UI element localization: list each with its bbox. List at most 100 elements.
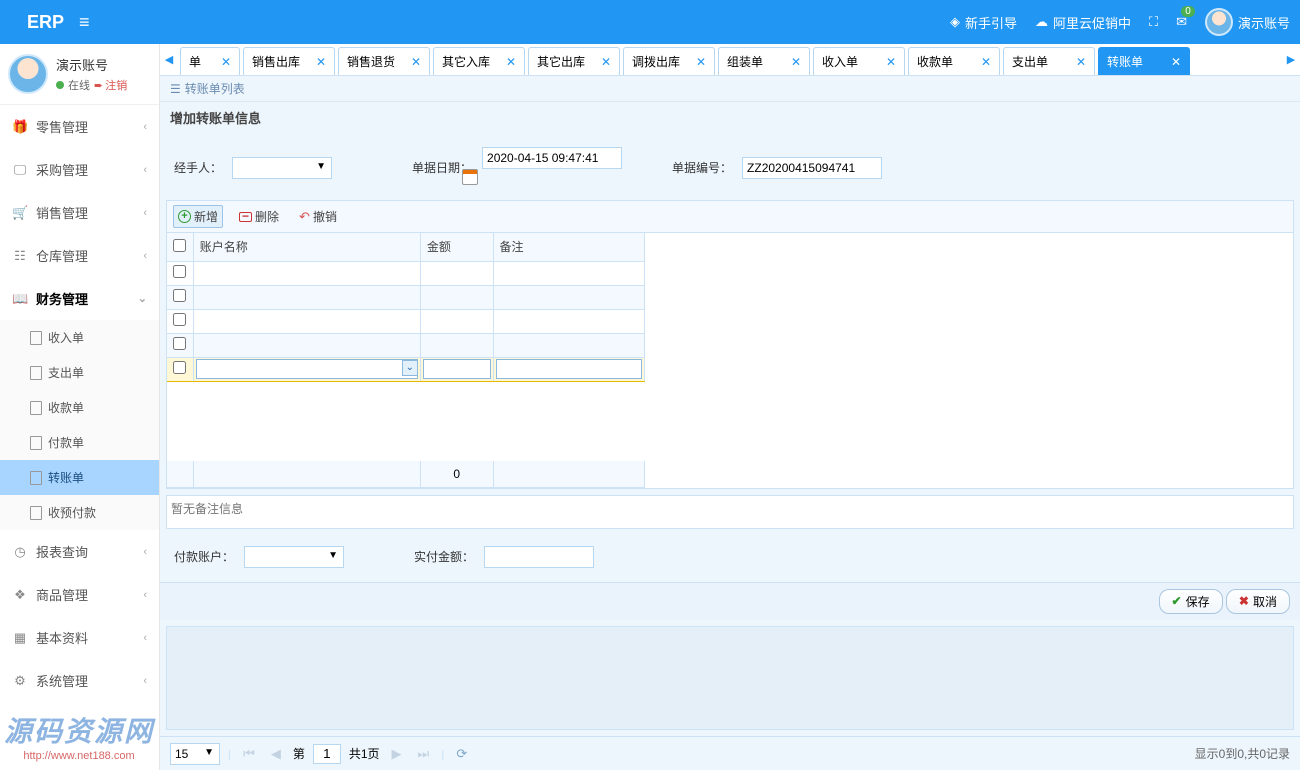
save-button[interactable]: ✔保存 (1159, 589, 1223, 614)
promo-link[interactable]: ☁ 阿里云促销中 (1035, 13, 1131, 32)
remark-cell-input[interactable] (496, 359, 642, 379)
sidebar-item-finance[interactable]: 📖财务管理⌄ (0, 277, 159, 320)
page-number-input[interactable] (313, 744, 341, 764)
tab-other-out[interactable]: 其它出库✕ (528, 47, 620, 75)
submenu-prepay[interactable]: 收预付款 (0, 495, 159, 530)
brand-logo[interactable]: ERP (27, 12, 64, 33)
undo-button[interactable]: ↶撤销 (295, 206, 341, 227)
table-row[interactable] (167, 261, 645, 285)
guide-link[interactable]: ◈ 新手引导 (950, 13, 1017, 32)
close-icon[interactable]: ✕ (791, 55, 801, 69)
close-icon[interactable]: ✕ (886, 55, 896, 69)
handler-select[interactable] (232, 157, 332, 179)
remarks-textarea[interactable] (166, 495, 1294, 529)
col-remark[interactable]: 备注 (493, 233, 644, 261)
guide-label: 新手引导 (965, 13, 1017, 32)
check-icon: ✔ (1172, 594, 1182, 608)
row-checkbox[interactable] (173, 313, 186, 326)
detail-grid: 账户名称 金额 备注 ⌄ (166, 233, 1294, 489)
sidebar-item-warehouse[interactable]: ☷仓库管理‹ (0, 234, 159, 277)
submenu-receipt[interactable]: 收款单 (0, 390, 159, 425)
tabs-scroll-left[interactable]: ◀ (160, 44, 178, 75)
dropdown-icon[interactable]: ⌄ (402, 360, 418, 376)
close-icon[interactable]: ✕ (411, 55, 421, 69)
minus-icon: − (239, 212, 252, 222)
row-checkbox[interactable] (173, 337, 186, 350)
doc-icon (30, 506, 42, 520)
sidebar: 演示账号 在线 ➨ 注销 🎁零售管理‹ 🖵采购管理‹ 🛒销售管理‹ ☷仓库管理‹… (0, 44, 160, 770)
logout-link[interactable]: ➨ 注销 (94, 77, 127, 93)
cancel-button[interactable]: ✖取消 (1226, 589, 1290, 614)
lower-empty-area (166, 626, 1294, 731)
tab-allocate-out[interactable]: 调拨出库✕ (623, 47, 715, 75)
plus-icon: + (178, 210, 191, 223)
close-icon[interactable]: ✕ (316, 55, 326, 69)
tab-dan[interactable]: 单✕ (180, 47, 240, 75)
sidebar-item-reports[interactable]: ◷报表查询‹ (0, 530, 159, 573)
cube-icon: ❖ (12, 587, 28, 603)
close-icon[interactable]: ✕ (506, 55, 516, 69)
row-checkbox[interactable] (173, 265, 186, 278)
pay-account-select[interactable] (244, 546, 344, 568)
date-input[interactable] (482, 147, 622, 169)
page-title: 增加转账单信息 (160, 102, 1300, 133)
table-row[interactable] (167, 285, 645, 309)
sidebar-item-system[interactable]: ⚙系统管理‹ (0, 659, 159, 702)
row-checkbox[interactable] (173, 361, 186, 374)
tab-sales-return[interactable]: 销售退货✕ (338, 47, 430, 75)
first-page-button[interactable]: ⏮ (239, 746, 259, 762)
tab-expense[interactable]: 支出单✕ (1003, 47, 1095, 75)
account-cell-input[interactable] (196, 359, 418, 379)
amount-cell-input[interactable] (423, 359, 491, 379)
sidebar-item-basedata[interactable]: ▦基本资料‹ (0, 616, 159, 659)
sidebar-item-retail[interactable]: 🎁零售管理‹ (0, 105, 159, 148)
submenu-transfer[interactable]: 转账单 (0, 460, 159, 495)
close-icon[interactable]: ✕ (696, 55, 706, 69)
next-page-button[interactable]: ▶ (388, 746, 406, 762)
select-all-checkbox[interactable] (173, 239, 186, 252)
refresh-button[interactable]: ⟳ (452, 746, 471, 762)
fullscreen-icon[interactable]: ⛶ (1149, 14, 1158, 30)
col-amount[interactable]: 金额 (420, 233, 493, 261)
doc-icon (30, 366, 42, 380)
messages-button[interactable]: ✉ 0 (1176, 14, 1187, 30)
row-checkbox[interactable] (173, 289, 186, 302)
user-menu[interactable]: 演示账号 (1205, 8, 1290, 36)
sidebar-item-purchase[interactable]: 🖵采购管理‹ (0, 148, 159, 191)
close-icon[interactable]: ✕ (1171, 55, 1181, 69)
submenu-expense[interactable]: 支出单 (0, 355, 159, 390)
online-label: 在线 (68, 77, 90, 93)
tabs-scroll-right[interactable]: ▶ (1282, 44, 1300, 75)
sidebar-item-sales[interactable]: 🛒销售管理‹ (0, 191, 159, 234)
table-row[interactable] (167, 333, 645, 357)
submenu-income[interactable]: 收入单 (0, 320, 159, 355)
last-page-button[interactable]: ⏭ (414, 746, 434, 762)
prev-page-button[interactable]: ◀ (267, 746, 285, 762)
tab-assemble[interactable]: 组装单✕ (718, 47, 810, 75)
table-row[interactable]: ⌄ (167, 357, 645, 381)
close-icon[interactable]: ✕ (601, 55, 611, 69)
sidebar-item-goods[interactable]: ❖商品管理‹ (0, 573, 159, 616)
tab-sales-out[interactable]: 销售出库✕ (243, 47, 335, 75)
page-size-select[interactable]: 15 (170, 743, 220, 765)
add-row-button[interactable]: +新增 (173, 205, 223, 228)
tab-income[interactable]: 收入单✕ (813, 47, 905, 75)
col-account[interactable]: 账户名称 (193, 233, 420, 261)
close-icon[interactable]: ✕ (221, 55, 231, 69)
monitor-icon: 🖵 (12, 162, 28, 178)
close-icon[interactable]: ✕ (981, 55, 991, 69)
logout-label: 注销 (105, 77, 127, 93)
tab-other-in[interactable]: 其它入库✕ (433, 47, 525, 75)
chevron-left-icon: ‹ (143, 250, 147, 262)
chevron-left-icon: ‹ (143, 589, 147, 601)
table-row[interactable] (167, 309, 645, 333)
submenu-payment[interactable]: 付款单 (0, 425, 159, 460)
doc-icon (30, 331, 42, 345)
actual-pay-input[interactable] (484, 546, 594, 568)
code-input[interactable] (742, 157, 882, 179)
hamburger-icon[interactable]: ≡ (79, 12, 90, 33)
tab-transfer[interactable]: 转账单✕ (1098, 47, 1190, 75)
tab-receipt[interactable]: 收款单✕ (908, 47, 1000, 75)
close-icon[interactable]: ✕ (1076, 55, 1086, 69)
delete-row-button[interactable]: −删除 (235, 206, 283, 227)
